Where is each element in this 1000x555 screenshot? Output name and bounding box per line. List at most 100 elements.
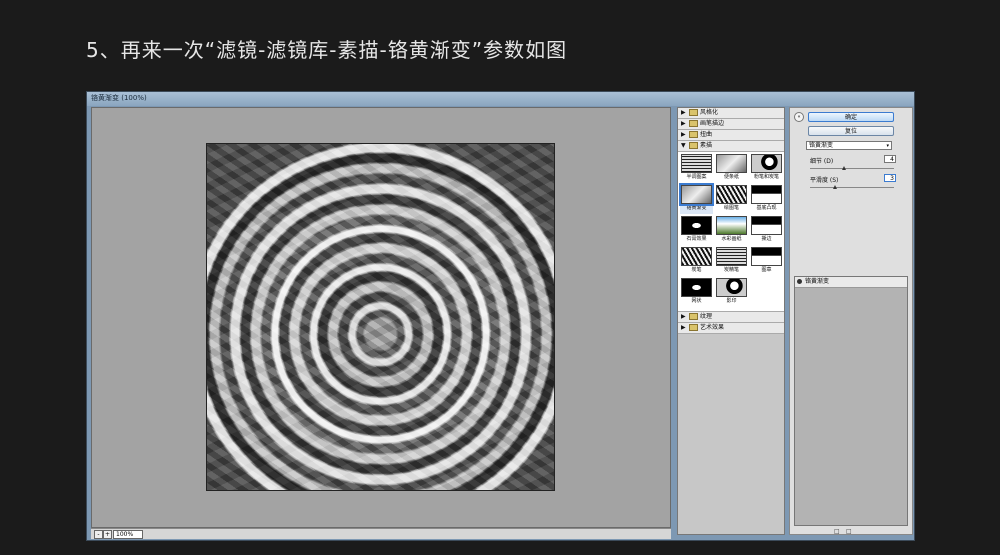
filter-thumb-graphic-pen[interactable]: 绘图笔 [715,185,748,214]
expand-icon: ▶ [681,324,686,331]
filter-label: 便条纸 [723,174,739,180]
filter-label: 影印 [726,298,737,304]
filter-thumb-chalk-charcoal[interactable]: 粉笔和炭笔 [750,154,783,183]
filter-thumbnail [716,216,747,235]
effect-layers-list: 铬黄渐变 [794,276,908,526]
chrome-ripple-texture [207,144,554,490]
filter-label: 石膏效果 [686,236,707,242]
filter-label: 基底凸现 [756,205,777,211]
category-brush-strokes[interactable]: ▶ 画笔描边 [678,119,784,130]
effect-layer-label: 铬黄渐变 [805,278,830,285]
filter-thumb-torn-edges[interactable]: 撕边 [750,216,783,245]
detail-slider-knob[interactable] [841,166,846,170]
filter-thumbnail [716,278,747,297]
filter-thumbnail [681,278,712,297]
dropdown-arrow-icon: ▾ [886,143,889,149]
filter-thumbnail [679,183,714,206]
filter-thumb-plaster[interactable]: 石膏效果 [680,216,713,245]
filter-thumbnail [681,154,712,173]
filter-select[interactable]: 铬黄渐变 ▾ [806,141,892,150]
category-label: 画笔描边 [700,120,725,127]
category-texture[interactable]: ▶ 纹理 [678,312,784,323]
filter-thumbnail [716,247,747,266]
smoothness-slider[interactable] [810,185,894,189]
category-label: 素描 [700,142,713,149]
expand-icon: ▶ [681,120,686,127]
filter-thumb-conte-crayon[interactable]: 炭精笔 [715,247,748,276]
filter-label: 图章 [761,267,772,273]
category-label: 扭曲 [700,131,713,138]
detail-slider[interactable] [810,166,894,170]
zoom-bar: - + 100% [91,528,671,539]
filter-thumbnail [751,185,782,204]
zoom-out-button[interactable]: - [94,530,103,539]
filter-thumb-photocopy[interactable]: 影印 [715,278,748,307]
category-artistic[interactable]: ▶ 艺术效果 [678,323,784,334]
page-heading: 5、再来一次“滤镜-滤镜库-素描-铬黄渐变”参数如图 [86,38,568,62]
category-label: 艺术效果 [700,324,725,331]
filter-select-value: 铬黄渐变 [809,142,834,149]
reset-button[interactable]: 复位 [808,126,894,136]
filter-thumbnail [716,185,747,204]
filter-thumb-halftone[interactable]: 半调图案 [680,154,713,183]
filter-thumb-charcoal[interactable]: 炭笔 [680,247,713,276]
filter-thumbnail [716,154,747,173]
folder-icon [689,324,698,331]
category-distort[interactable]: ▶ 扭曲 [678,130,784,141]
expand-icon: ▶ [681,109,686,116]
filter-label: 铬黄渐变 [686,205,707,211]
window-titlebar[interactable]: 铬黄渐变 (100%) [87,92,914,106]
folder-icon [689,120,698,127]
filter-thumb-water-paper[interactable]: 水彩画纸 [715,216,748,245]
filter-thumb-bas-relief[interactable]: 基底凸现 [750,185,783,214]
window-title: 铬黄渐变 (100%) [91,94,147,102]
ok-button[interactable]: 确定 [808,112,894,122]
collapse-panel-icon[interactable]: « [794,112,804,122]
filter-label: 半调图案 [686,174,707,180]
new-layer-icon[interactable]: □ [834,528,840,535]
folder-icon [689,313,698,320]
category-stylize[interactable]: ▶ 风格化 [678,108,784,119]
smoothness-input[interactable]: 3 [884,174,896,182]
filter-label: 炭笔 [691,267,702,273]
filter-gallery-window: 铬黄渐变 (100%) - + 100% ▶ 风格化 ▶ 画笔描边 ▶ 扭曲 ▼ 素描 … [86,91,915,541]
smoothness-slider-knob[interactable] [833,185,838,189]
expand-icon: ▶ [681,313,686,320]
category-label: 风格化 [700,109,719,116]
filter-thumb-chrome[interactable]: 铬黄渐变 [679,183,714,214]
collapse-icon: ▼ [681,142,686,149]
filter-thumb-reticulation[interactable]: 网状 [680,278,713,307]
category-sketch[interactable]: ▼ 素描 [678,141,784,152]
settings-panel: « 确定 复位 铬黄渐变 ▾ 细节 (D) 4 平滑度 (S) 3 铬黄渐变 □… [789,107,913,535]
detail-label: 细节 (D) [810,158,834,165]
folder-icon [689,109,698,116]
visibility-eye-icon[interactable] [797,279,802,284]
filter-thumb-stamp[interactable]: 图章 [750,247,783,276]
filter-thumbnail [751,154,782,173]
filter-thumbnail [681,247,712,266]
filter-label: 炭精笔 [723,267,739,273]
filter-label: 绘图笔 [723,205,739,211]
category-label: 纹理 [700,313,713,320]
expand-icon: ▶ [681,131,686,138]
preview-pane[interactable] [91,107,671,528]
folder-icon [689,131,698,138]
preview-image [206,143,555,491]
smoothness-label: 平滑度 (S) [810,177,839,184]
detail-input[interactable]: 4 [884,155,896,163]
filter-list: ▶ 风格化 ▶ 画笔描边 ▶ 扭曲 ▼ 素描 半调图案 便条纸 粉笔和炭笔 铬黄渐变 绘… [677,107,785,535]
sketch-filter-grid: 半调图案 便条纸 粉笔和炭笔 铬黄渐变 绘图笔 基底凸现 石膏效果 水彩画纸 撕… [678,152,784,312]
filter-thumbnail [751,247,782,266]
filter-label: 撕边 [761,236,772,242]
delete-layer-icon[interactable]: □ [846,528,852,535]
filter-thumb-note-paper[interactable]: 便条纸 [715,154,748,183]
filter-thumbnail [681,216,712,235]
zoom-level[interactable]: 100% [113,530,143,539]
zoom-in-button[interactable]: + [103,530,112,539]
folder-icon [689,142,698,149]
effect-layer[interactable]: 铬黄渐变 [795,277,907,288]
filter-label: 水彩画纸 [721,236,742,242]
filter-label: 粉笔和炭笔 [753,174,779,180]
filter-thumbnail [751,216,782,235]
filter-label: 网状 [691,298,702,304]
